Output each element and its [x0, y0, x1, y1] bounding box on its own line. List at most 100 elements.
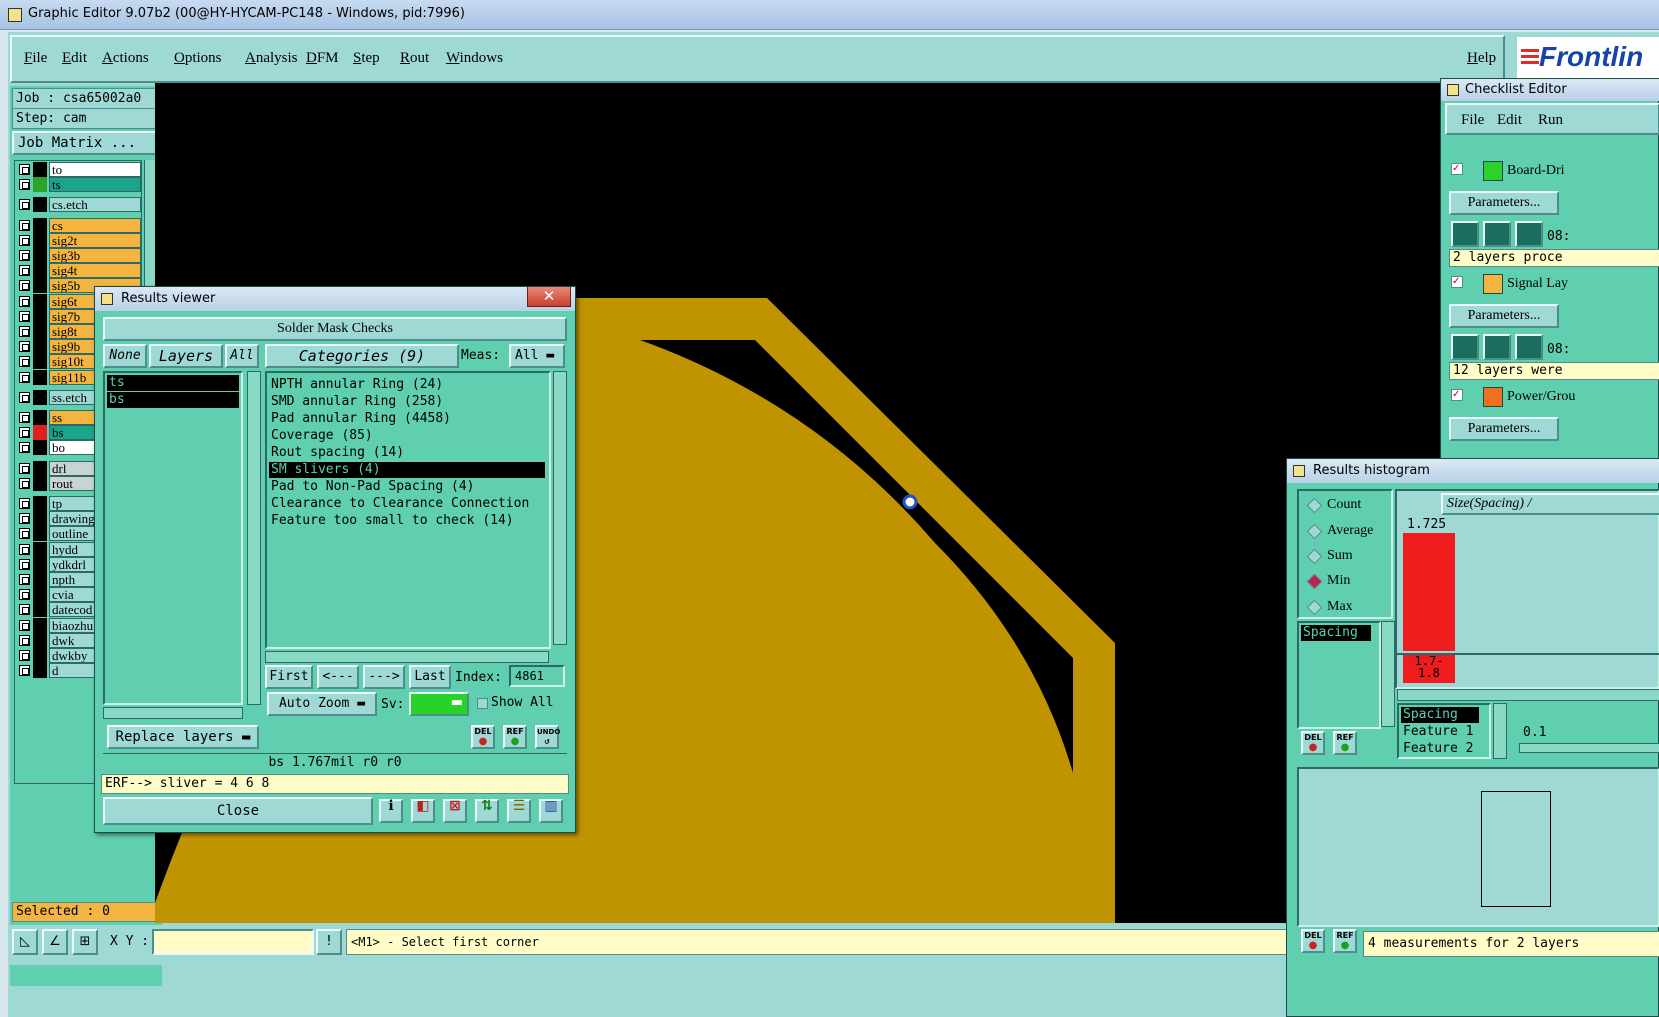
layer-checkbox[interactable] [19, 391, 30, 403]
layer-color-swatch[interactable] [33, 339, 47, 355]
layer-color-swatch[interactable] [33, 263, 47, 279]
layer-color-swatch[interactable] [33, 556, 47, 572]
ref-icon[interactable]: REF ● [1333, 929, 1357, 953]
layer-checkbox[interactable] [19, 341, 30, 353]
zoom-area-icon[interactable]: ◺ [12, 929, 38, 955]
layer-checkbox[interactable] [19, 164, 30, 175]
measure-list-scrollbar[interactable] [1381, 621, 1395, 727]
categories-button[interactable]: Categories (9) [265, 344, 459, 368]
xy-input[interactable] [152, 929, 314, 955]
category-item[interactable]: Rout spacing (14) [269, 445, 545, 461]
layer-checkbox[interactable] [19, 634, 30, 646]
measure-icon[interactable]: ∠ [42, 929, 68, 955]
layer-name[interactable]: sig3b [49, 248, 141, 263]
layer-checkbox[interactable] [19, 589, 30, 601]
layer-color-swatch[interactable] [33, 324, 47, 339]
layers-button[interactable]: Layers [149, 344, 223, 368]
layer-checkbox[interactable] [19, 280, 30, 292]
layer-checkbox[interactable] [19, 619, 30, 631]
alert-button[interactable]: ! [316, 929, 342, 955]
layer-checkbox[interactable] [19, 513, 30, 525]
category-item[interactable]: Pad to Non-Pad Spacing (4) [269, 479, 545, 495]
layer-name[interactable]: sig2t [49, 232, 141, 248]
del-icon[interactable]: DEL ● [471, 725, 495, 749]
auto-zoom-dropdown[interactable]: Auto Zoom ▬ [267, 692, 377, 716]
layer-list-hscrollbar[interactable] [103, 707, 243, 719]
show-all-checkbox[interactable] [477, 698, 488, 709]
layer-row-sig4t[interactable]: sig4t [17, 263, 141, 279]
layer-color-swatch[interactable] [33, 217, 47, 233]
legend-scrollbar[interactable] [1493, 703, 1507, 759]
layer-color-swatch[interactable] [33, 572, 47, 587]
layer-color-swatch[interactable] [33, 354, 47, 370]
layer-list-scrollbar[interactable] [247, 371, 261, 705]
layer-color-swatch[interactable] [33, 632, 47, 648]
scale-slider[interactable] [1519, 743, 1659, 753]
layer-color-swatch[interactable] [33, 197, 47, 213]
layer-color-swatch[interactable] [33, 460, 47, 476]
check-name[interactable]: Board-Dri [1507, 163, 1565, 179]
list-item[interactable]: ts [107, 375, 239, 391]
results-viewer-title-bar[interactable]: Results viewer ✕ [95, 287, 575, 311]
layer-checkbox[interactable] [19, 498, 30, 509]
category-item[interactable]: NPTH annular Ring (24) [269, 377, 545, 393]
layer-checkbox[interactable] [19, 234, 30, 246]
layer-color-swatch[interactable] [33, 248, 47, 263]
layer-color-swatch[interactable] [33, 232, 47, 248]
layer-color-swatch[interactable] [33, 617, 47, 633]
export-icon[interactable]: ◧ [411, 799, 435, 823]
del-icon[interactable]: DEL ● [1301, 929, 1325, 953]
layer-checkbox[interactable] [19, 650, 30, 661]
replace-layers-dropdown[interactable]: Replace layers ▬ [107, 725, 259, 749]
run-icon[interactable] [1483, 334, 1511, 360]
last-button[interactable]: Last [409, 665, 451, 689]
layer-row-sig2t[interactable]: sig2t [17, 232, 141, 248]
category-item[interactable]: SM slivers (4) [269, 462, 545, 478]
layer-color-swatch[interactable] [33, 475, 47, 491]
layer-checkbox[interactable] [19, 665, 30, 677]
layer-color-swatch[interactable] [33, 425, 47, 441]
radio-average[interactable]: Average [1307, 521, 1373, 541]
layer-color-swatch[interactable] [33, 511, 47, 527]
del-icon[interactable]: DEL ● [1301, 731, 1325, 755]
menu-step[interactable]: Step [353, 50, 380, 67]
menu-dfm[interactable]: DFM [306, 50, 339, 67]
layer-color-swatch[interactable] [33, 177, 47, 193]
first-button[interactable]: First [265, 665, 313, 689]
check-enabled-checkbox[interactable]: ✓ [1451, 163, 1463, 175]
meas-dropdown[interactable]: All ▬ [509, 344, 565, 368]
layer-color-swatch[interactable] [33, 389, 47, 405]
category-item[interactable]: Clearance to Clearance Connection [269, 496, 545, 512]
menu-edit[interactable]: Edit [62, 50, 87, 67]
ref-icon[interactable]: REF ● [1333, 731, 1357, 755]
info-icon[interactable]: ℹ [379, 799, 403, 823]
layer-color-swatch[interactable] [33, 602, 47, 618]
layer-color-swatch[interactable] [33, 440, 47, 456]
chart-hscrollbar[interactable] [1397, 689, 1659, 701]
layer-color-swatch[interactable] [33, 410, 47, 425]
report-icon[interactable]: ☰ [507, 799, 531, 823]
layer-row-cs[interactable]: cs [17, 217, 141, 233]
sv-color-dropdown[interactable]: ▬ [409, 692, 469, 716]
layer-checkbox[interactable] [19, 412, 30, 423]
close-button[interactable]: Close [103, 797, 373, 825]
run-icon[interactable] [1515, 334, 1543, 360]
layer-color-swatch[interactable] [33, 162, 47, 177]
menu-rout[interactable]: Rout [400, 50, 429, 67]
layer-row-ts[interactable]: ts [17, 177, 141, 193]
layer-checkbox[interactable] [19, 199, 30, 211]
categories-scrollbar[interactable] [553, 371, 567, 645]
run-icon[interactable] [1451, 221, 1479, 247]
check-name[interactable]: Signal Lay [1507, 276, 1568, 292]
layer-color-swatch[interactable] [33, 587, 47, 603]
check-enabled-checkbox[interactable]: ✓ [1451, 389, 1463, 401]
layer-checkbox[interactable] [19, 250, 30, 261]
category-item[interactable]: Feature too small to check (14) [269, 513, 545, 529]
histogram-bar[interactable] [1403, 533, 1455, 651]
layer-color-swatch[interactable] [33, 308, 47, 324]
ref-icon[interactable]: REF ● [503, 725, 527, 749]
checklist-editor-title-bar[interactable]: Checklist Editor [1441, 79, 1659, 101]
layer-checkbox[interactable] [19, 310, 30, 322]
layer-checkbox[interactable] [19, 295, 30, 307]
layer-row-sig3b[interactable]: sig3b [17, 248, 141, 263]
